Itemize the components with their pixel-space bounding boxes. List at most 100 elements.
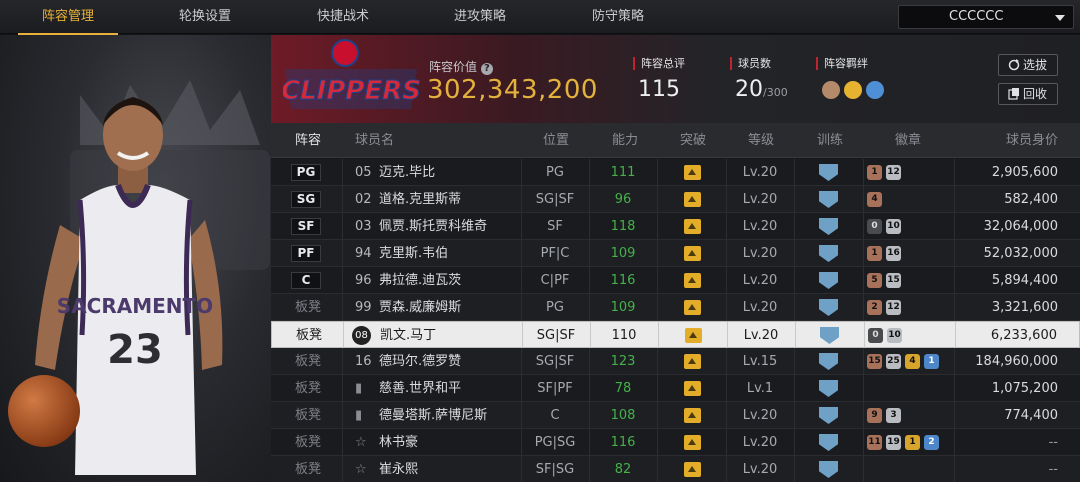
player-level: Lv.20 — [742, 219, 778, 234]
jersey-number: 94 — [355, 246, 372, 261]
player-value: 32,064,000 — [983, 219, 1058, 234]
breakthrough-crown-icon[interactable] — [684, 273, 701, 288]
tab-quick-tactics[interactable]: 快捷战术 — [293, 0, 393, 34]
table-row[interactable]: 板凳 99 贾森.威廉姆斯 PG 109 Lv.20 2 12 3,321,600 — [271, 294, 1080, 321]
player-name: 林书豪 — [379, 435, 419, 450]
recycle-button[interactable]: 回收 — [998, 83, 1058, 105]
breakthrough-crown-icon[interactable] — [684, 462, 701, 477]
player-value: 774,400 — [1004, 408, 1058, 423]
table-row[interactable]: 板凳 ▮ 慈善.世界和平 SF|PF 78 Lv.1 1,075,200 — [271, 375, 1080, 402]
badge-icon[interactable]: 12 — [886, 300, 901, 315]
table-row[interactable]: C 96 弗拉德.迪瓦茨 C|PF 116 Lv.20 5 15 5,894,400 — [271, 267, 1080, 294]
col-position[interactable]: 位置 — [543, 123, 569, 158]
badge-icon[interactable]: 2 — [867, 300, 882, 315]
col-name[interactable]: 球员名 — [355, 123, 394, 158]
badge-icon[interactable]: 4 — [867, 192, 882, 207]
column-divider — [954, 159, 955, 186]
breakthrough-crown-icon[interactable] — [684, 381, 701, 396]
training-shield-icon[interactable] — [819, 245, 838, 262]
training-shield-icon[interactable] — [819, 434, 838, 451]
breakthrough-crown-icon[interactable] — [685, 328, 702, 343]
training-shield-icon[interactable] — [819, 407, 838, 424]
table-row[interactable]: PF 94 克里斯.韦伯 PF|C 109 Lv.20 1 16 52,032,000 — [271, 240, 1080, 267]
badge-icon[interactable]: 0 — [868, 328, 883, 343]
col-level[interactable]: 等级 — [748, 123, 774, 158]
player-position: SG|SF — [536, 328, 576, 343]
table-row[interactable]: SG 02 道格.克里斯蒂 SG|SF 96 Lv.20 4 582,400 — [271, 186, 1080, 213]
training-shield-icon[interactable] — [819, 380, 838, 397]
badge-icon[interactable]: 15 — [886, 273, 901, 288]
breakthrough-crown-icon[interactable] — [684, 219, 701, 234]
column-divider — [794, 429, 795, 456]
tab-defense[interactable]: 防守策略 — [568, 0, 668, 34]
training-shield-icon[interactable] — [819, 299, 838, 316]
player-tier-icon: ▮ — [355, 381, 363, 396]
badge-icon[interactable]: 1 — [924, 354, 939, 369]
column-divider — [794, 348, 795, 375]
badge-icon[interactable]: 10 — [886, 219, 901, 234]
badge-icon[interactable]: 12 — [886, 165, 901, 180]
team-select[interactable]: CCCCCC — [898, 5, 1074, 29]
training-shield-icon[interactable] — [820, 327, 839, 344]
badge-icon[interactable]: 15 — [867, 354, 882, 369]
col-training[interactable]: 训练 — [817, 123, 843, 158]
training-shield-icon[interactable] — [819, 461, 838, 478]
column-divider — [863, 240, 864, 267]
badge-icon[interactable]: 19 — [886, 435, 901, 450]
table-row[interactable]: 板凳 ☆ 林书豪 PG|SG 116 Lv.20 11 19 1 2 -- — [271, 429, 1080, 456]
column-divider — [342, 456, 343, 482]
draft-button[interactable]: 选拔 — [998, 54, 1058, 76]
lineup-value-label: 阵容价值 ? — [429, 58, 493, 75]
tab-rotation[interactable]: 轮换设置 — [155, 0, 255, 34]
breakthrough-crown-icon[interactable] — [684, 354, 701, 369]
breakthrough-crown-icon[interactable] — [684, 246, 701, 261]
training-shield-icon[interactable] — [819, 191, 838, 208]
table-row[interactable]: SF 03 佩贾.斯托贾科维奇 SF 118 Lv.20 0 10 32,064,000 — [271, 213, 1080, 240]
training-shield-icon[interactable] — [819, 272, 838, 289]
tab-lineup[interactable]: 阵容管理 — [18, 0, 118, 35]
badge-icon[interactable]: 10 — [887, 328, 902, 343]
table-row[interactable]: 板凳 16 德玛尔.德罗赞 SG|SF 123 Lv.15 15 25 4 1 184,960,00… — [271, 348, 1080, 375]
table-row-selected[interactable]: 板凳 08 凯文.马丁 SG|SF 110 Lv.20 0 10 6,233,600 — [271, 321, 1080, 349]
badge-icon[interactable]: 3 — [886, 408, 901, 423]
badge-icon[interactable]: 16 — [886, 246, 901, 261]
badge-icon[interactable]: 5 — [867, 273, 882, 288]
training-shield-icon[interactable] — [819, 353, 838, 370]
breakthrough-crown-icon[interactable] — [684, 192, 701, 207]
training-shield-icon[interactable] — [819, 218, 838, 235]
badge-icon[interactable]: 11 — [867, 435, 882, 450]
column-divider — [342, 348, 343, 375]
badge-icon[interactable]: 9 — [867, 408, 882, 423]
badge-icon[interactable]: 1 — [867, 165, 882, 180]
badge-icon[interactable]: 0 — [867, 219, 882, 234]
col-lineup[interactable]: 阵容 — [295, 123, 321, 158]
table-row[interactable]: 板凳 ☆ 崔永熙 SF|SG 82 Lv.20 -- — [271, 456, 1080, 482]
breakthrough-crown-icon[interactable] — [684, 408, 701, 423]
chemistry-gold-icon[interactable] — [844, 81, 862, 99]
bench-label: 板凳 — [296, 328, 323, 343]
chemistry-blue-icon[interactable] — [866, 81, 884, 99]
tab-offense[interactable]: 进攻策略 — [430, 0, 530, 34]
col-badges[interactable]: 徽章 — [895, 123, 921, 158]
breakthrough-crown-icon[interactable] — [684, 300, 701, 315]
help-icon[interactable]: ? — [480, 63, 493, 75]
badge-icon[interactable]: 4 — [905, 354, 920, 369]
player-position: PF|C — [540, 246, 570, 261]
chemistry-bronze-icon[interactable] — [822, 81, 840, 99]
column-divider — [794, 240, 795, 267]
breakthrough-crown-icon[interactable] — [684, 165, 701, 180]
badge-icon[interactable]: 2 — [924, 435, 939, 450]
player-rating: 118 — [610, 219, 636, 234]
badge-icon[interactable]: 1 — [905, 435, 920, 450]
col-value[interactable]: 球员身价 — [1006, 123, 1058, 158]
player-position: PG|SG — [534, 435, 576, 450]
table-row[interactable]: PG 05 迈克.毕比 PG 111 Lv.20 1 12 2,905,600 — [271, 159, 1080, 186]
col-breakthrough[interactable]: 突破 — [680, 123, 706, 158]
breakthrough-crown-icon[interactable] — [684, 435, 701, 450]
column-divider — [657, 294, 658, 321]
badge-icon[interactable]: 1 — [867, 246, 882, 261]
badge-icon[interactable]: 25 — [886, 354, 901, 369]
training-shield-icon[interactable] — [819, 164, 838, 181]
col-rating[interactable]: 能力 — [612, 123, 638, 158]
table-row[interactable]: 板凳 ▮ 德曼塔斯.萨博尼斯 C 108 Lv.20 9 3 774,400 — [271, 402, 1080, 429]
